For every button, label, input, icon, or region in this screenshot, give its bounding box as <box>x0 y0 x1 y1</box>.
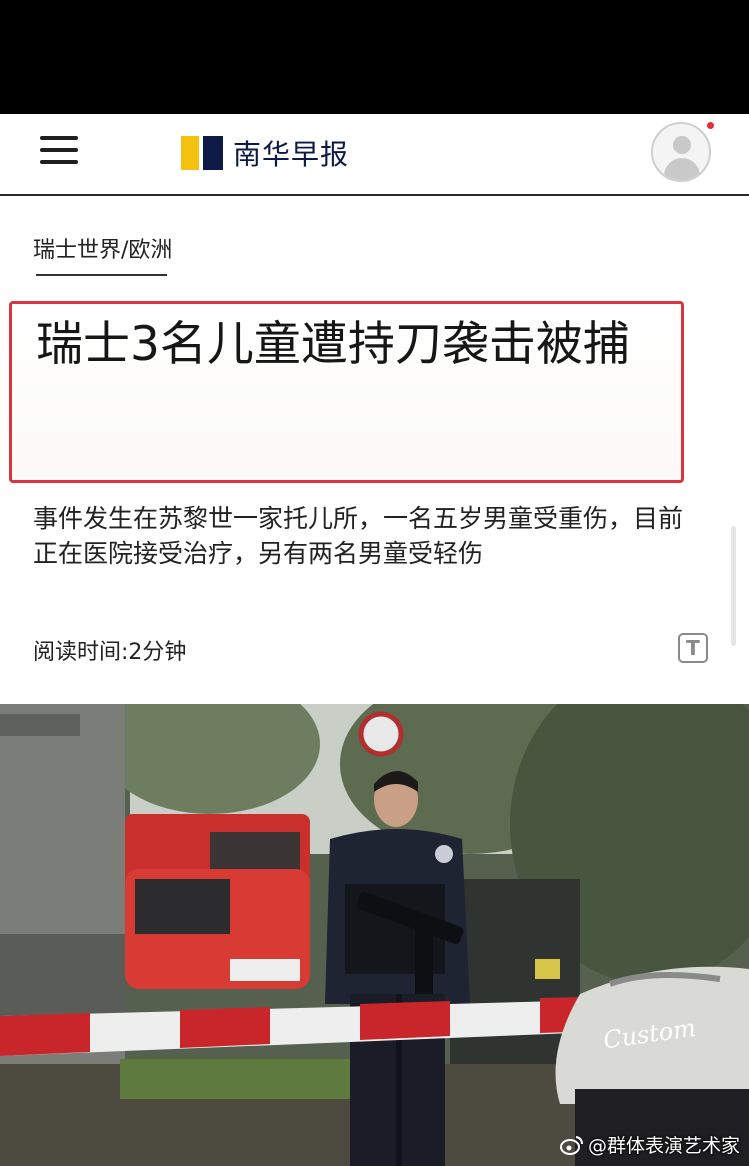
watermark-text: @群体表演艺术家 <box>588 1135 741 1157</box>
logo-mark-icon <box>181 136 223 170</box>
article-headline: 瑞士3名儿童遭持刀袭击被捕 <box>36 317 630 372</box>
headline-highlight-box: 瑞士3名儿童遭持刀袭击被捕 <box>9 301 684 483</box>
hamburger-menu-icon[interactable] <box>40 136 78 168</box>
site-logo[interactable]: 南华早报 <box>181 136 350 171</box>
logo-text: 南华早报 <box>233 138 350 171</box>
reading-time: 阅读时间:2分钟 <box>33 640 187 665</box>
scrollbar[interactable] <box>731 526 736 646</box>
category-underline <box>36 274 167 276</box>
category-link[interactable]: 瑞士世界/欧洲 <box>33 232 172 264</box>
status-bar-area <box>0 0 749 114</box>
text-size-icon[interactable]: T <box>678 633 708 663</box>
text-size-glyph: T <box>686 636 700 660</box>
article-photo: Custom @群体表演艺术家 <box>0 704 749 1166</box>
weibo-icon <box>560 1135 583 1155</box>
article-header: 瑞士世界/欧洲 瑞士3名儿童遭持刀袭击被捕 事件发生在苏黎世一家托儿所，一名五岁… <box>0 196 749 704</box>
app-header: 南华早报 <box>0 114 749 196</box>
user-avatar-icon[interactable] <box>651 122 711 182</box>
watermark: @群体表演艺术家 <box>560 1131 740 1158</box>
notification-dot <box>707 122 714 129</box>
article-summary: 事件发生在苏黎世一家托儿所，一名五岁男童受重伤，目前正在医院接受治疗，另有两名男… <box>33 504 684 568</box>
